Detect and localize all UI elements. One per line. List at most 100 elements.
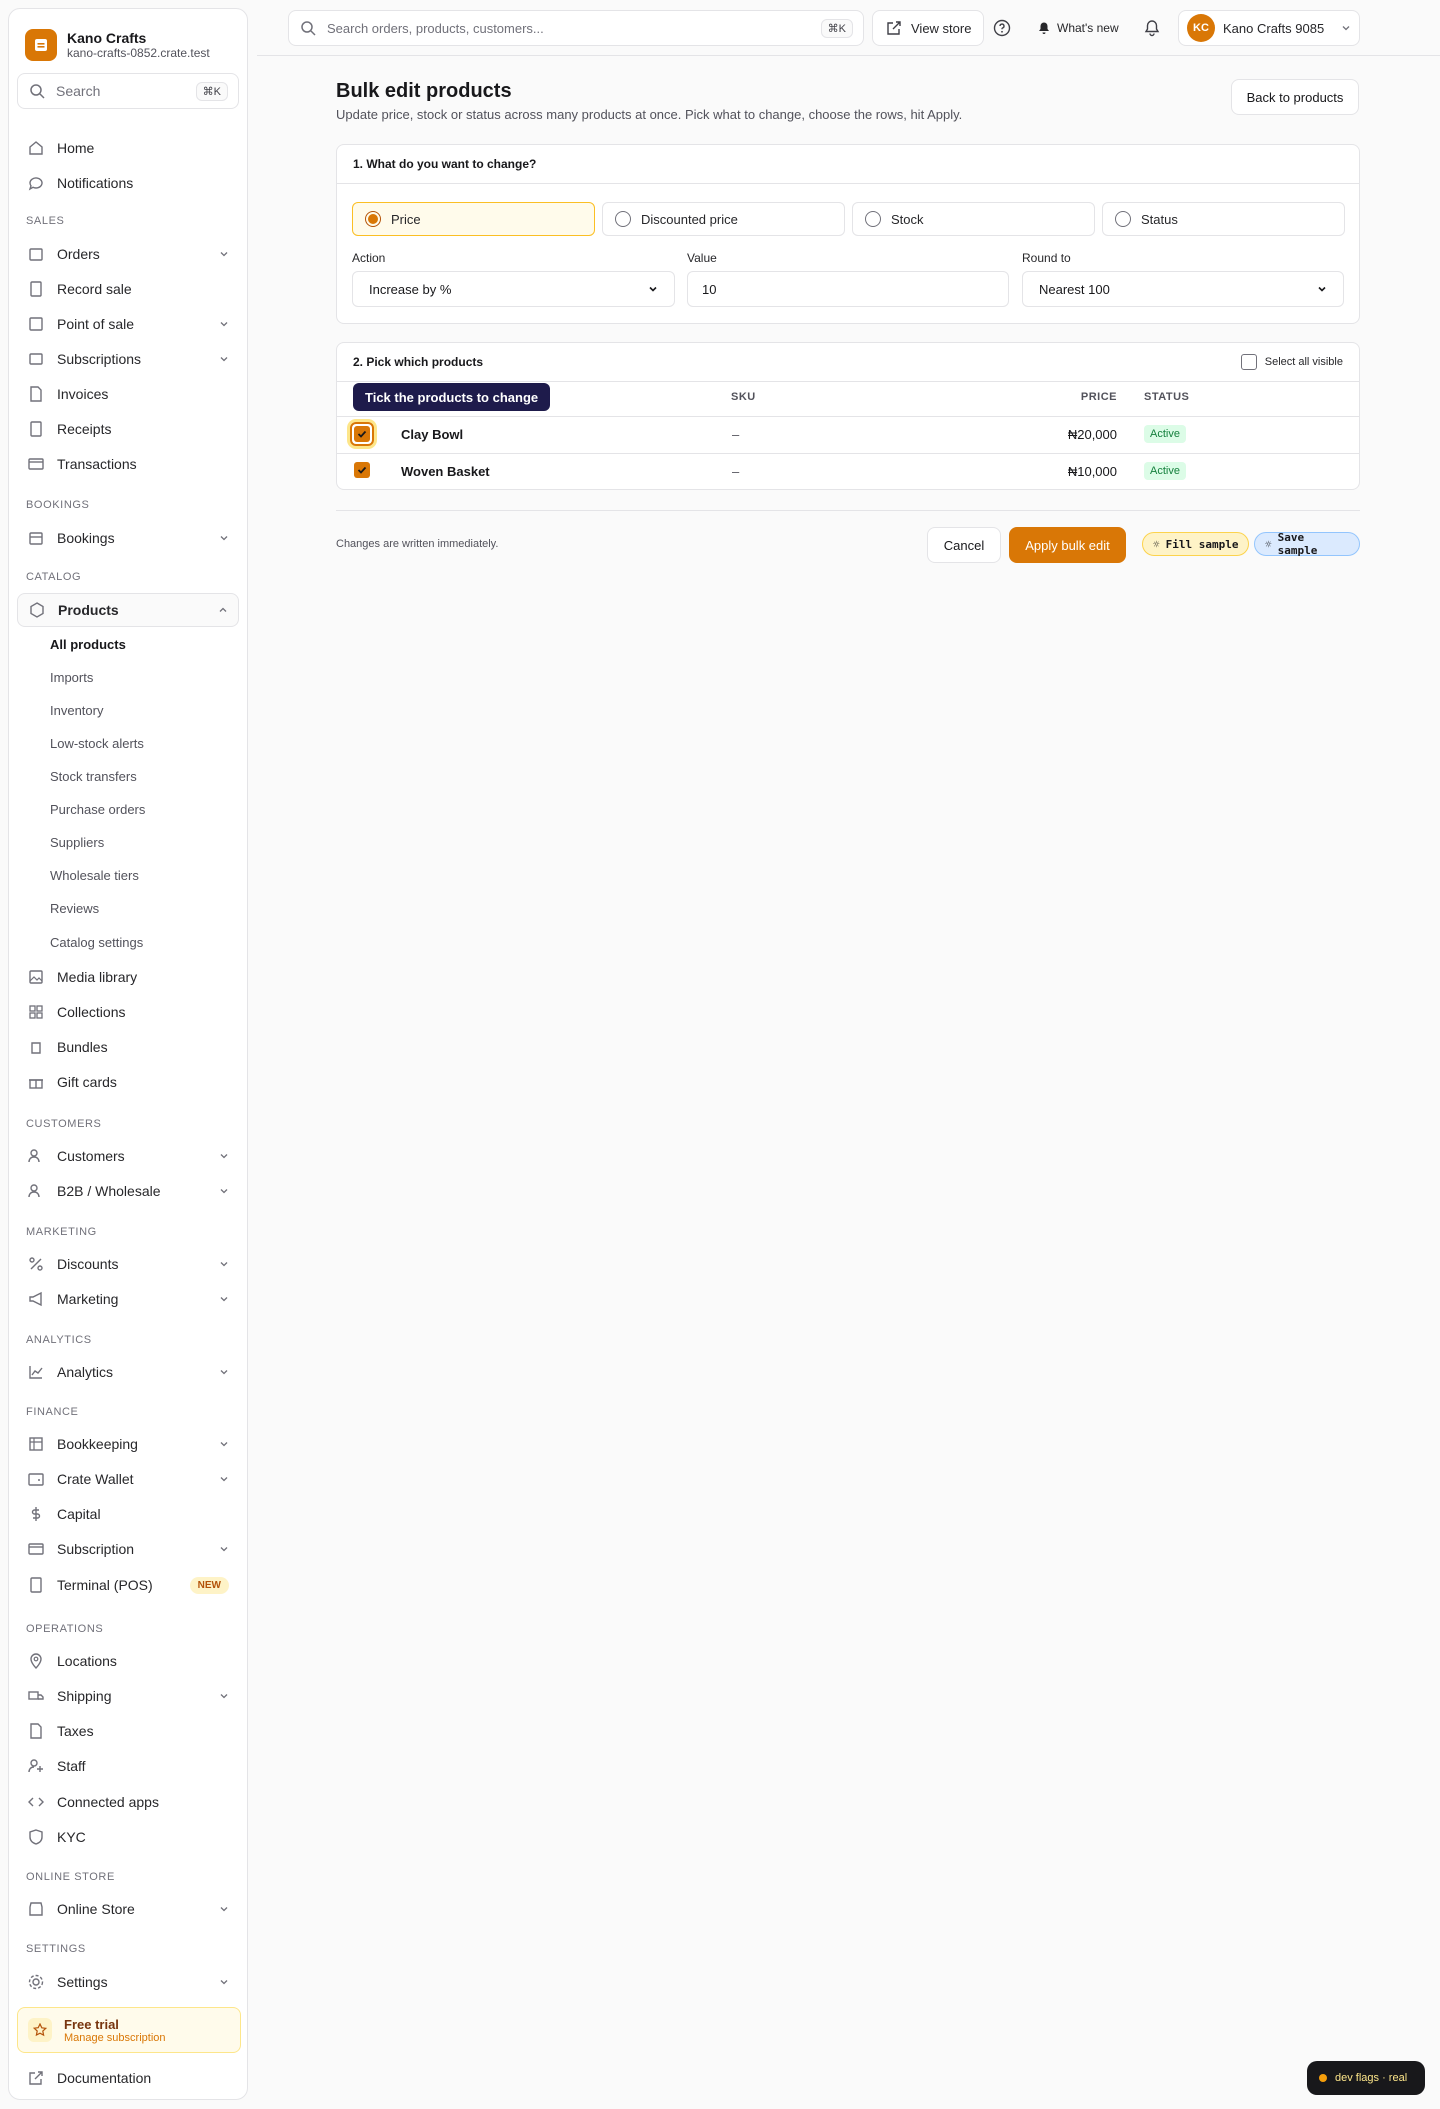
external-link-icon [29,2071,43,2085]
sidebar-item-gift-cards[interactable]: Gift cards [17,1065,239,1099]
sidebar-sub-stock-transfers[interactable]: Stock transfers [50,769,137,784]
option-stock[interactable]: Stock [852,202,1095,236]
sidebar-item-bundles[interactable]: Bundles [17,1030,239,1064]
sidebar-item-label: Receipts [57,421,112,437]
sidebar-item-subscription[interactable]: Subscription [17,1532,239,1566]
sidebar-item-online-store[interactable]: Online Store [17,1892,239,1926]
sidebar-item-documentation[interactable]: Documentation [17,2061,239,2095]
product-sku: – [732,427,740,442]
sidebar-item-crate-wallet[interactable]: Crate Wallet [17,1462,239,1496]
account-menu[interactable]: KC Kano Crafts 9085 [1178,10,1360,46]
sidebar-sub-suppliers[interactable]: Suppliers [50,835,104,850]
apply-bulk-edit-button[interactable]: Apply bulk edit [1009,527,1126,563]
sidebar-item-label: Online Store [57,1901,135,1917]
sidebar-item-discounts[interactable]: Discounts [17,1247,239,1281]
sidebar-item-shipping[interactable]: Shipping [17,1679,239,1713]
chevron-down-icon [220,536,228,541]
sidebar-item-b2b-wholesale[interactable]: B2B / Wholesale [17,1174,239,1208]
sidebar-item-locations[interactable]: Locations [17,1644,239,1678]
sidebar-item-capital[interactable]: Capital [17,1497,239,1531]
sidebar-sub-catalog-settings[interactable]: Catalog settings [50,935,143,950]
notifications-button[interactable] [1142,10,1162,46]
sidebar-item-taxes[interactable]: Taxes [17,1714,239,1748]
users-icon [28,1149,40,1163]
sidebar-sub-low-stock-alerts[interactable]: Low-stock alerts [50,736,144,751]
whats-new-button[interactable]: What's new [1037,10,1119,46]
sidebar-item-notifications[interactable]: Notifications [17,166,239,200]
sidebar-item-kyc[interactable]: KYC [17,1820,239,1854]
radio[interactable] [615,211,631,227]
sidebar-sub-purchase-orders[interactable]: Purchase orders [50,802,145,817]
tooltip: Tick the products to change [353,383,551,411]
radio[interactable] [865,211,881,227]
sidebar-item-staff[interactable]: Staff [17,1749,239,1783]
sidebar-sub-inventory[interactable]: Inventory [50,703,103,718]
check-icon [357,430,367,438]
sidebar-item-marketing[interactable]: Marketing [17,1282,239,1316]
chevron-down-icon [220,1694,228,1699]
sidebar-item-point-of-sale[interactable]: Point of sale [17,307,239,341]
row-checkbox-focused[interactable] [350,422,374,446]
chart-line-icon [29,1366,43,1379]
option-discounted-price[interactable]: Discounted price [602,202,845,236]
fill-sample-button[interactable]: ☼ Fill sample [1142,532,1250,556]
sidebar-item-settings[interactable]: Settings [17,1965,239,1999]
sidebar-item-bookkeeping[interactable]: Bookkeeping [17,1427,239,1461]
grid-icon [29,1005,43,1019]
sidebar-item-bookings[interactable]: Bookings [17,521,239,555]
table-row[interactable]: Woven Basket – ₦10,000 Active [337,453,1359,489]
sidebar-item-record-sale[interactable]: Record sale [17,272,239,306]
checkbox-checked[interactable] [354,426,370,442]
avatar: KC [1187,14,1215,42]
sidebar-item-terminal-pos[interactable]: Terminal (POS) NEW [17,1568,239,1602]
sidebar-sub-imports[interactable]: Imports [50,670,93,685]
sidebar-item-label: Marketing [57,1291,119,1307]
sidebar-item-products[interactable]: Products [17,593,239,627]
round-select[interactable]: Nearest 100 [1022,271,1344,307]
sidebar-item-analytics[interactable]: Analytics [17,1355,239,1389]
sidebar-sub-all-products[interactable]: All products [50,637,126,652]
value-input[interactable]: 10 [687,271,1009,307]
table-row[interactable]: Clay Bowl – ₦20,000 Active [337,416,1359,452]
action-select[interactable]: Increase by % [352,271,675,307]
sidebar-item-customers[interactable]: Customers [17,1139,239,1173]
global-search[interactable]: Search orders, products, customers... ⌘K [288,10,864,46]
sidebar-item-media-library[interactable]: Media library [17,960,239,994]
sidebar-search[interactable]: Search ⌘K [17,73,239,109]
sidebar-item-receipts[interactable]: Receipts [17,412,239,446]
view-store-button[interactable]: View store [872,10,985,46]
sidebar-sub-reviews[interactable]: Reviews [50,901,99,916]
step2-title: 2. Pick which products [353,355,484,369]
save-sample-button[interactable]: ☼ Save sample [1254,531,1360,557]
brand[interactable]: Kano Crafts kano-crafts-0852.crate.test [25,25,210,65]
select-all-checkbox[interactable] [1240,354,1257,370]
radio[interactable] [1115,211,1131,227]
sidebar-item-label: Notifications [57,175,134,191]
sidebar-item-invoices[interactable]: Invoices [17,377,239,411]
select-all-visible[interactable]: Select all visible [1240,354,1343,370]
sidebar-item-home[interactable]: Home [17,131,239,165]
free-trial-card[interactable]: Free trial Manage subscription [17,2007,241,2053]
checkbox-checked[interactable] [354,462,370,478]
wallet-icon [28,1473,44,1486]
back-to-products-button[interactable]: Back to products [1231,79,1359,115]
cancel-button[interactable]: Cancel [927,527,1001,563]
sidebar-item-connected-apps[interactable]: Connected apps [17,1785,239,1819]
percent-icon [29,1257,43,1271]
help-button[interactable] [992,10,1012,46]
chevron-down-icon [220,1297,228,1302]
dev-flags-badge[interactable]: dev flags · real [1307,2061,1425,2095]
action-label: Action [352,251,386,265]
sidebar-item-collections[interactable]: Collections [17,995,239,1029]
sparkle-icon: ☼ [1265,537,1272,551]
sidebar-sub-wholesale-tiers[interactable]: Wholesale tiers [50,868,139,883]
sidebar-item-label: Collections [57,1004,126,1020]
sidebar-item-transactions[interactable]: Transactions [17,447,239,481]
status-badge: Active [1144,462,1186,480]
radio-selected[interactable] [365,211,381,227]
manage-subscription-link[interactable]: Manage subscription [64,2032,166,2044]
option-status[interactable]: Status [1102,202,1345,236]
option-price[interactable]: Price [352,202,595,236]
sidebar-item-orders[interactable]: Orders [17,237,239,271]
sidebar-item-subscriptions[interactable]: Subscriptions [17,342,239,376]
